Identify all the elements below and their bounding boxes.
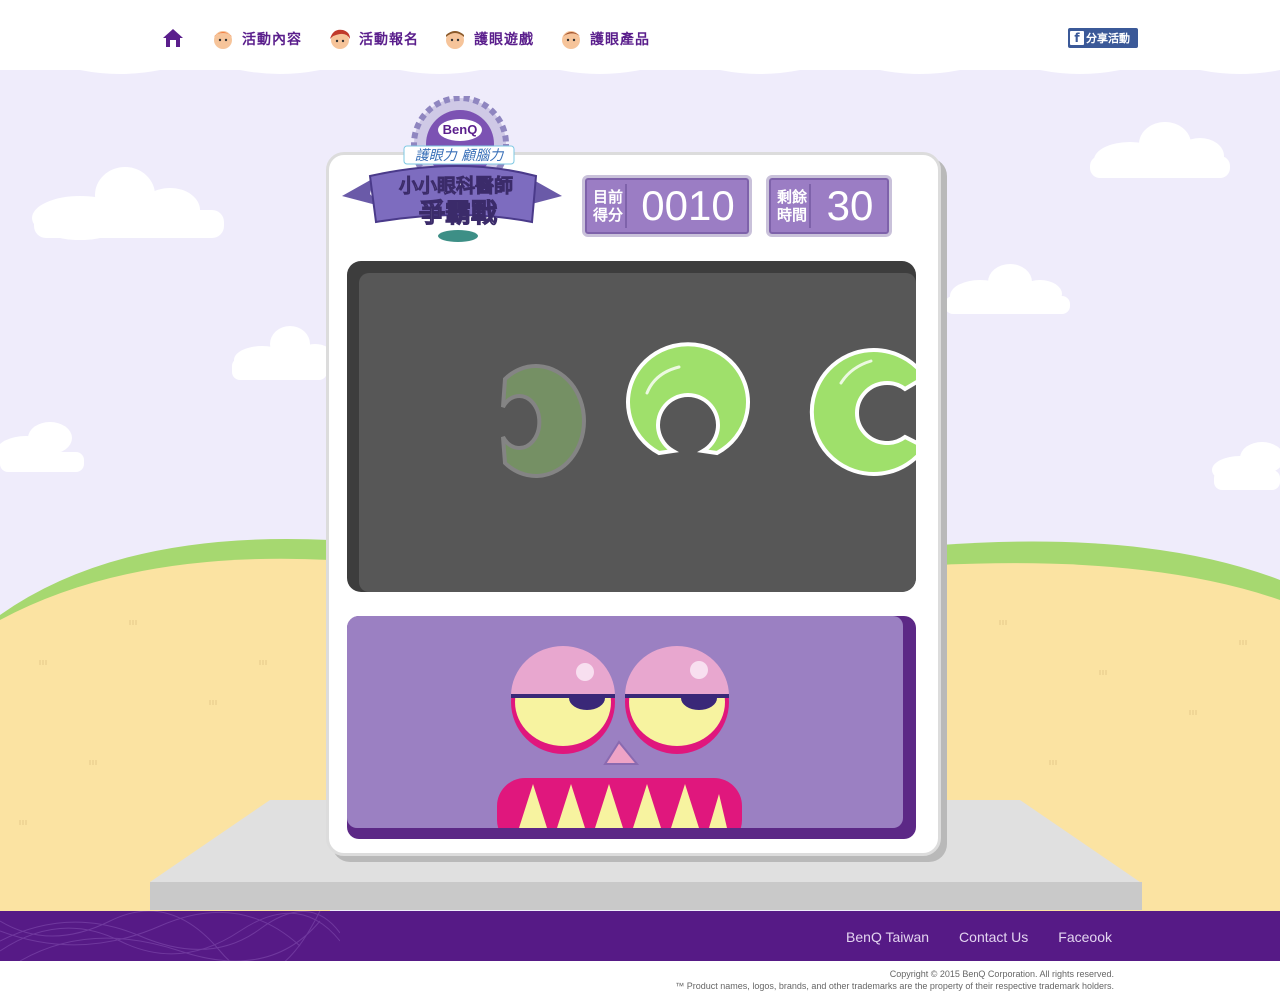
timer-label-line2: 時間 xyxy=(777,206,808,224)
kid-face-icon xyxy=(330,29,350,49)
nav-label: 護眼產品 xyxy=(590,32,650,48)
timer-value: 30 xyxy=(826,182,874,229)
house-icon xyxy=(163,29,183,47)
facebook-icon: f xyxy=(1070,31,1084,45)
footer-bar: BenQ Taiwan Contact Us Faceook xyxy=(0,911,1280,961)
share-label: 分享活動 xyxy=(1086,32,1130,45)
nav-label: 活動報名 xyxy=(359,32,419,48)
nav-label: 護眼遊戲 xyxy=(474,32,534,48)
monster-nose xyxy=(603,740,640,765)
monster-eye-left xyxy=(511,646,615,754)
kid-face-icon xyxy=(214,31,232,49)
kid-face-icon xyxy=(562,31,580,49)
kid-face-icon xyxy=(446,31,464,49)
score-panel: 目前 得分 0010 xyxy=(582,175,752,237)
monster-panel xyxy=(347,616,916,839)
top-navigation: 活動內容 活動報名 護眼遊戲 護眼產品 f 分享活動 xyxy=(0,0,1280,70)
score-label-line2: 得分 xyxy=(593,206,624,224)
monster-face xyxy=(497,646,742,828)
logo-slogan: 護眼力 顧腦力 xyxy=(415,148,504,164)
monster-mouth xyxy=(497,778,742,828)
game-screen xyxy=(347,261,916,592)
trademark-line: ™ Product names, logos, brands, and othe… xyxy=(675,981,1114,991)
nav-label: 活動內容 xyxy=(242,32,302,48)
timer-label-line1: 剩餘 xyxy=(777,188,808,206)
footer-link-contact-us[interactable]: Contact Us xyxy=(959,929,1028,945)
footer-pattern xyxy=(0,911,340,961)
game-logo: BenQ 護眼力 顧腦力 小小眼科醫師 爭霸戰 xyxy=(342,96,562,242)
nav-item-registration[interactable]: 活動報名 xyxy=(327,26,419,52)
logo-title-line1: 小小眼科醫師 xyxy=(399,174,513,197)
logo-title-line2: 爭霸戰 xyxy=(419,199,497,229)
facebook-share-button[interactable]: f 分享活動 xyxy=(1068,28,1138,48)
landolt-ring-option[interactable] xyxy=(809,348,916,476)
home-button[interactable] xyxy=(160,26,186,50)
nav-item-eye-products[interactable]: 護眼產品 xyxy=(558,26,650,52)
copyright-notice: Copyright © 2015 BenQ Corporation. All r… xyxy=(675,968,1114,992)
landolt-ring-faded[interactable] xyxy=(501,364,586,478)
landolt-ring-option[interactable] xyxy=(626,342,750,456)
timer-panel: 剩餘 時間 30 xyxy=(766,175,892,237)
score-label-line1: 目前 xyxy=(593,188,624,206)
footer-link-benq-taiwan[interactable]: BenQ Taiwan xyxy=(846,929,929,945)
nav-item-activity-content[interactable]: 活動內容 xyxy=(210,26,302,52)
monster-eye-right xyxy=(625,646,729,754)
nav-item-eye-game[interactable]: 護眼遊戲 xyxy=(442,26,534,52)
brand-mark: BenQ xyxy=(443,122,478,137)
score-value: 0010 xyxy=(641,182,735,229)
footer-link-facebook[interactable]: Faceook xyxy=(1058,929,1112,945)
copyright-line: Copyright © 2015 BenQ Corporation. All r… xyxy=(889,969,1114,979)
